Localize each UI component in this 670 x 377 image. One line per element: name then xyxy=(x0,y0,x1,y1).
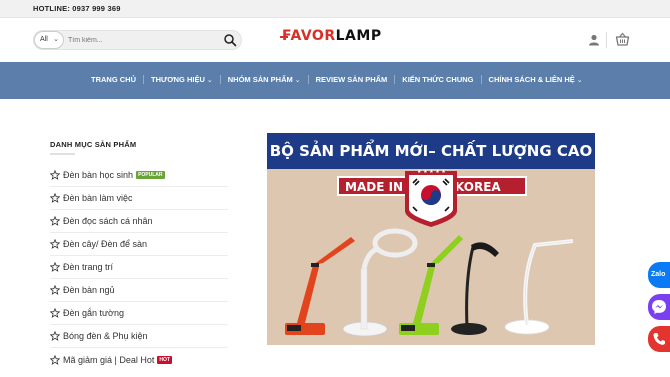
chevron-down-icon: ⌄ xyxy=(53,36,59,43)
messenger-button[interactable] xyxy=(648,294,670,320)
cart-icon[interactable] xyxy=(615,32,630,47)
nav-item-home[interactable]: TRANG CHỦ xyxy=(91,75,143,84)
star-icon xyxy=(50,239,60,249)
star-icon xyxy=(50,331,60,341)
star-icon xyxy=(50,193,60,203)
category-item-reading-lamp[interactable]: Đèn đọc sách cá nhân xyxy=(50,210,228,233)
category-label: Đèn trang trí xyxy=(63,262,114,272)
banner-headline: BỘ SẢN PHẨM MỚI– CHẤT LƯỢNG CAO xyxy=(267,133,595,169)
made-in-text: MADE IN xyxy=(345,180,403,194)
nav-item-product-groups[interactable]: NHÓM SẢN PHẨM ⌄ xyxy=(219,75,308,84)
category-item-student-desk-lamp[interactable]: Đèn bàn học sinh POPULAR xyxy=(50,164,228,187)
nav-menu: TRANG CHỦ THƯƠNG HIỆU ⌄ NHÓM SẢN PHẨM ⌄ RE… xyxy=(91,75,590,84)
site-logo[interactable]: FAVORLAMP xyxy=(280,28,382,54)
korea-text: KOREA xyxy=(455,180,501,194)
logo-dash xyxy=(280,36,288,38)
chevron-down-icon: ⌄ xyxy=(294,77,301,84)
star-icon xyxy=(50,285,60,295)
logo-lamp: LAMP xyxy=(335,28,382,44)
category-label: Đèn đọc sách cá nhân xyxy=(63,216,153,226)
search-icon[interactable] xyxy=(223,33,237,47)
nav-item-knowledge[interactable]: KIẾN THỨC CHUNG xyxy=(394,75,480,84)
search-input[interactable] xyxy=(68,33,218,47)
chevron-down-icon: ⌄ xyxy=(576,77,583,84)
sidebar-title: DANH MỤC SẢN PHẨM xyxy=(50,140,228,155)
banner-illustration: MADE IN KOREA ★ ★ ★ ★ ★ xyxy=(285,169,574,337)
floating-contact-buttons: Zalo xyxy=(648,262,670,358)
nav-item-reviews[interactable]: REVIEW SẢN PHẨM xyxy=(307,75,395,84)
star-icon xyxy=(50,170,60,180)
star-icon xyxy=(50,262,60,272)
hot-badge: HOT xyxy=(157,355,172,364)
lamp-orange xyxy=(285,237,355,335)
zalo-label: Zalo xyxy=(651,271,666,278)
header-divider xyxy=(606,32,607,48)
category-label: Đèn bàn ngủ xyxy=(63,285,115,295)
main-navigation: TRANG CHỦ THƯƠNG HIỆU ⌄ NHÓM SẢN PHẨM ⌄ RE… xyxy=(0,62,670,99)
nav-item-brands[interactable]: THƯƠNG HIỆU ⌄ xyxy=(143,75,220,84)
category-item-floor-lamp[interactable]: Đèn cây/ Đèn để sàn xyxy=(50,233,228,256)
category-label: Bóng đèn & Phụ kiện xyxy=(63,331,148,341)
star-icon xyxy=(50,308,60,318)
search-category-select[interactable]: All ⌄ xyxy=(34,31,64,49)
phone-icon xyxy=(653,333,665,345)
search-form: All ⌄ xyxy=(33,30,242,50)
category-item-wall-lamp[interactable]: Đèn gắn tường xyxy=(50,302,228,325)
header-icons xyxy=(581,30,637,50)
nav-item-policy-contact[interactable]: CHÍNH SÁCH & LIÊN HỆ ⌄ xyxy=(480,75,590,84)
logo-favor: FAVOR xyxy=(282,28,336,44)
lamp-white-slim xyxy=(504,239,574,335)
star-icon xyxy=(50,354,60,365)
category-label: Mã giảm giá | Deal Hot xyxy=(63,354,155,365)
banner-image: MADE IN KOREA ★ ★ ★ ★ ★ xyxy=(267,169,595,345)
category-label: Đèn bàn học sinh xyxy=(63,170,134,180)
category-item-deals[interactable]: Mã giảm giá | Deal Hot HOT xyxy=(50,348,228,371)
phone-button[interactable] xyxy=(648,326,670,352)
category-item-bedside-lamp[interactable]: Đèn bàn ngủ xyxy=(50,279,228,302)
zalo-button[interactable]: Zalo xyxy=(648,262,670,288)
user-icon[interactable] xyxy=(587,33,601,47)
messenger-icon xyxy=(652,300,666,314)
category-item-bulbs-accessories[interactable]: Bóng đèn & Phụ kiện xyxy=(50,325,228,348)
category-label: Đèn cây/ Đèn để sàn xyxy=(63,239,148,249)
lamp-black xyxy=(451,242,499,335)
category-item-decor-lamp[interactable]: Đèn trang trí xyxy=(50,256,228,279)
chevron-down-icon: ⌄ xyxy=(206,77,213,84)
category-label: Đèn gắn tường xyxy=(63,308,124,318)
category-label: Đèn bàn làm việc xyxy=(63,193,133,203)
star-icon xyxy=(50,216,60,226)
lamp-white-ring xyxy=(342,228,418,337)
product-category-sidebar: DANH MỤC SẢN PHẨM Đèn bàn học sinh POPUL… xyxy=(50,140,228,371)
search-category-value: All xyxy=(40,36,48,43)
header: All ⌄ FAVORLAMP xyxy=(0,18,670,62)
popular-badge: POPULAR xyxy=(136,171,165,179)
hotline-text: HOTLINE: 0937 999 369 xyxy=(33,4,121,13)
promo-banner[interactable]: BỘ SẢN PHẨM MỚI– CHẤT LƯỢNG CAO MADE IN … xyxy=(267,133,595,345)
svg-text:★ ★ ★ ★ ★: ★ ★ ★ ★ ★ xyxy=(417,169,446,175)
category-item-work-desk-lamp[interactable]: Đèn bàn làm việc xyxy=(50,187,228,210)
top-bar: HOTLINE: 0937 999 369 xyxy=(0,0,670,18)
